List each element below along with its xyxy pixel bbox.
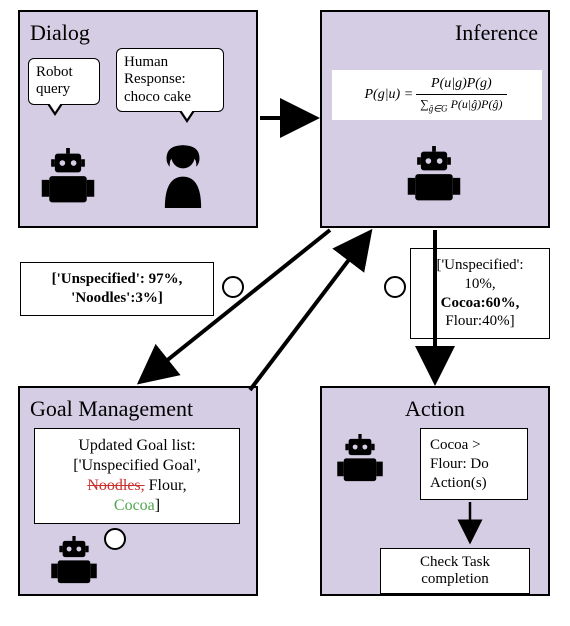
thought-circle-icon: [384, 276, 406, 298]
goal-list-box: Updated Goal list: ['Unspecified Goal', …: [34, 428, 240, 524]
edge-right-line3: Cocoa:60%,: [441, 295, 520, 311]
edge-left-line1: ['Unspecified': 97%,: [52, 271, 183, 287]
robot-icon: [334, 434, 386, 486]
edge-right-label: ['Unspecified': 10%, Cocoa:60%, Flour:40…: [410, 248, 550, 339]
person-icon: [156, 142, 210, 208]
robot-icon: [38, 148, 98, 208]
thought-circle-icon: [104, 528, 126, 550]
formula-denominator: ∑ĝ∈G P(u|ĝ)P(ĝ): [416, 95, 506, 114]
dialog-panel: Dialog Robot query Human Response: choco…: [18, 10, 258, 228]
robot-query-text: Robot query: [36, 64, 73, 97]
human-response-text: Human Response: choco cake: [124, 54, 191, 105]
dialog-title: Dialog: [30, 20, 246, 46]
edge-right-line1: ['Unspecified':: [436, 257, 523, 273]
robot-query-bubble: Robot query: [28, 58, 100, 105]
goal-title: Goal Management: [30, 396, 246, 422]
formula-numerator: P(u|g)P(g): [416, 76, 506, 95]
human-response-bubble: Human Response: choco cake: [116, 48, 224, 112]
edge-left-label: ['Unspecified': 97%, 'Noodles':3%]: [20, 262, 214, 316]
inference-title: Inference: [332, 20, 538, 46]
goal-flour: Flour,: [145, 477, 187, 494]
goal-cocoa: Cocoa: [114, 497, 155, 514]
thought-circle-icon: [222, 276, 244, 298]
action-decision-text: Cocoa > Flour: Do Action(s): [430, 437, 489, 491]
goal-line2a: ['Unspecified Goal',: [73, 457, 201, 474]
action-check-text: Check Task completion: [420, 554, 490, 587]
goal-management-panel: Goal Management Updated Goal list: ['Uns…: [18, 386, 258, 596]
goal-line1: Updated Goal list:: [44, 436, 230, 456]
goal-line2: ['Unspecified Goal',: [44, 456, 230, 476]
goal-noodles-strike: Noodles,: [87, 477, 144, 494]
edge-right-line2: 10%,: [464, 276, 495, 292]
robot-icon: [404, 146, 464, 206]
arrow-goal-to-inference: [250, 232, 370, 390]
inference-panel: Inference P(g|u) = P(u|g)P(g) ∑ĝ∈G P(u|ĝ…: [320, 10, 550, 228]
action-title: Action: [332, 396, 538, 422]
edge-left-line2: 'Noodles':3%]: [71, 290, 163, 306]
goal-tail: ]: [155, 497, 160, 514]
action-panel: Action Cocoa > Flour: Do Action(s) Check…: [320, 386, 550, 596]
action-decision-box: Cocoa > Flour: Do Action(s): [420, 428, 528, 500]
inference-formula: P(g|u) = P(u|g)P(g) ∑ĝ∈G P(u|ĝ)P(ĝ): [332, 70, 542, 120]
formula-lhs: P(g|u) =: [364, 87, 413, 103]
edge-right-line4: Flour:40%]: [445, 313, 514, 329]
action-check-box: Check Task completion: [380, 548, 530, 594]
robot-icon: [48, 536, 100, 588]
